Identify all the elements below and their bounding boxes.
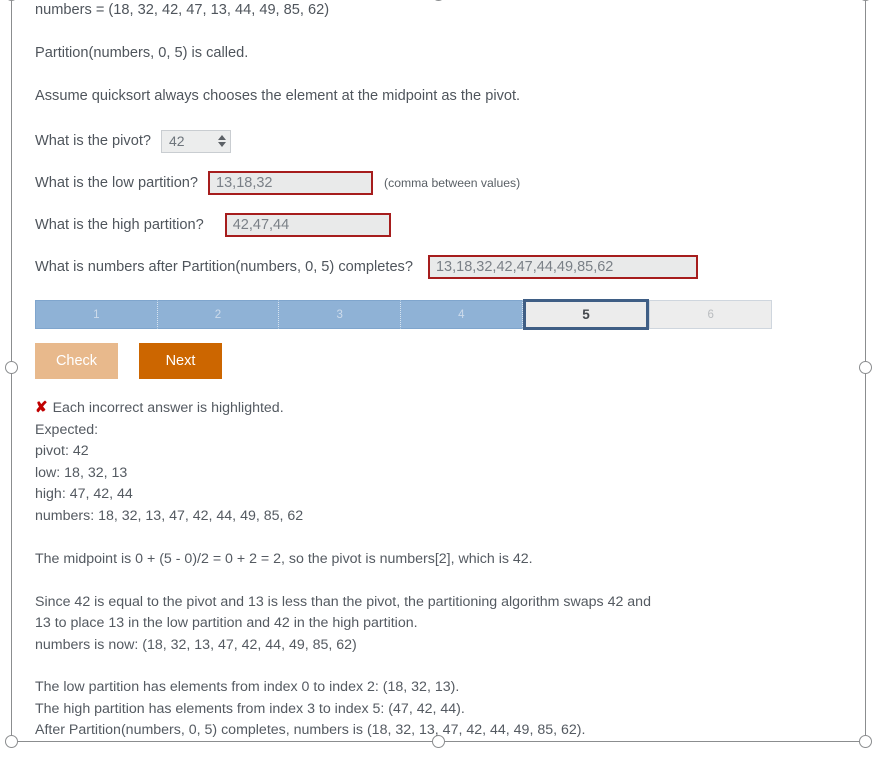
- step-label: 5: [582, 307, 590, 322]
- step-label: 6: [707, 308, 714, 321]
- partition-call-text: Partition(numbers, 0, 5) is called.: [35, 45, 249, 61]
- expected-numbers: numbers: 18, 32, 13, 47, 42, 44, 49, 85,…: [35, 507, 304, 524]
- comma-hint-text: (comma between values): [384, 176, 521, 190]
- pivot-question-label: What is the pivot?: [35, 133, 151, 149]
- explanation-swap-line-2: 13 to place 13 in the low partition and …: [35, 615, 418, 631]
- step-label: 3: [336, 308, 343, 321]
- step-2[interactable]: 2: [157, 300, 280, 329]
- feedback-headline: Each incorrect answer is highlighted.: [52, 400, 284, 416]
- low-partition-question-label: What is the low partition?: [35, 175, 199, 191]
- explanation-final-result: After Partition(numbers, 0, 5) completes…: [35, 722, 586, 738]
- feedback-headline-row: ✘ Each incorrect answer is highlighted.: [35, 397, 872, 420]
- step-1[interactable]: 1: [35, 300, 158, 329]
- next-button[interactable]: Next: [139, 343, 222, 379]
- step-label: 4: [458, 308, 465, 321]
- chevron-down-icon[interactable]: [218, 142, 226, 147]
- step-progress-bar[interactable]: 1 2 3 4 5 6: [35, 299, 773, 330]
- activity-content: numbers = (18, 32, 42, 47, 13, 44, 49, 8…: [0, 0, 872, 742]
- explanation-numbers-now: numbers is now: (18, 32, 13, 47, 42, 44,…: [35, 636, 357, 653]
- pivot-number-input[interactable]: 42: [161, 129, 231, 153]
- explanation-low-range: The low partition has elements from inde…: [35, 679, 460, 695]
- explanation-swap-line-1: Since 42 is equal to the pivot and 13 is…: [35, 593, 651, 610]
- x-mark-icon: ✘: [35, 399, 48, 416]
- step-label: 1: [93, 308, 100, 321]
- question-row-numbers-after: What is numbers after Partition(numbers,…: [0, 251, 872, 283]
- pivot-input-value: 42: [169, 133, 185, 149]
- spinner-arrows-icon[interactable]: [218, 135, 226, 147]
- explanation-midpoint: The midpoint is 0 + (5 - 0)/2 = 0 + 2 = …: [35, 551, 533, 567]
- high-partition-input[interactable]: 42,47,44: [224, 213, 391, 237]
- question-row-low-partition: What is the low partition? 13,18,32 (com…: [0, 167, 872, 199]
- step-label: 2: [214, 308, 222, 321]
- step-6[interactable]: 6: [649, 300, 773, 329]
- question-row-pivot: What is the pivot? 42: [0, 125, 872, 157]
- explanation-panel: The midpoint is 0 + (5 - 0)/2 = 0 + 2 = …: [0, 549, 872, 742]
- step-5[interactable]: 5: [522, 299, 650, 330]
- step-4[interactable]: 4: [401, 300, 523, 329]
- question-row-high-partition: What is the high partition? 42,47,44: [0, 209, 872, 241]
- high-partition-question-label: What is the high partition?: [35, 217, 204, 233]
- step-3[interactable]: 3: [279, 300, 402, 329]
- expected-low: low: 18, 32, 13: [35, 464, 128, 481]
- numbers-after-input[interactable]: 13,18,32,42,47,44,49,85,62: [427, 255, 698, 279]
- numbers-declaration: numbers = (18, 32, 42, 47, 13, 44, 49, 8…: [35, 2, 330, 18]
- feedback-panel: ✘ Each incorrect answer is highlighted. E…: [0, 397, 872, 527]
- chevron-up-icon[interactable]: [218, 135, 226, 140]
- low-partition-input[interactable]: 13,18,32: [208, 171, 374, 195]
- assumption-text: Assume quicksort always chooses the elem…: [35, 88, 521, 104]
- expected-high: high: 47, 42, 44: [35, 486, 133, 502]
- expected-label: Expected:: [35, 421, 99, 438]
- expected-pivot: pivot: 42: [35, 443, 89, 459]
- numbers-after-question-label: What is numbers after Partition(numbers,…: [35, 259, 413, 275]
- explanation-high-range: The high partition has elements from ind…: [35, 700, 465, 717]
- action-button-row: Check Next: [0, 343, 872, 379]
- check-button[interactable]: Check: [35, 343, 118, 379]
